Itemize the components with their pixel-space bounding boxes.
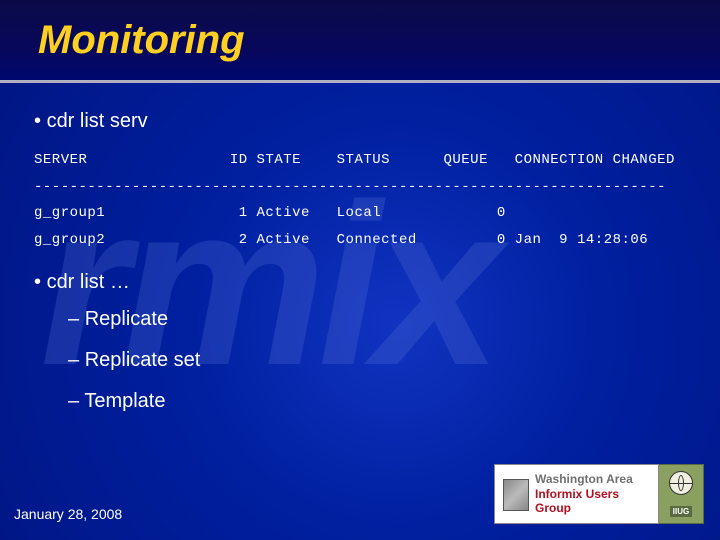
server-table: SERVER ID STATE STATUS QUEUE CONNECTION … (34, 147, 700, 253)
logo-iiug: IIUG (659, 464, 704, 524)
slide-title: Monitoring (38, 18, 245, 63)
sub-item-template: Template (68, 390, 700, 413)
iiug-label: IIUG (670, 506, 692, 517)
table-row: g_group2 2 Active Connected 0 Jan 9 14:2… (34, 232, 648, 248)
sub-item-replicate: Replicate (68, 308, 700, 331)
monument-icon (503, 479, 529, 511)
bullet-cdr-list-more: cdr list … (34, 271, 700, 294)
bullet-cdr-list-serv: cdr list serv (34, 110, 700, 133)
globe-icon (669, 471, 693, 495)
table-divider: ----------------------------------------… (34, 179, 666, 195)
bullet-text: cdr list … (47, 271, 130, 293)
logo-line2: Informix Users Group (535, 487, 658, 516)
logo-waiug: Washington Area Informix Users Group (494, 464, 659, 524)
sub-item-text: Template (84, 390, 165, 412)
table-row: g_group1 1 Active Local 0 (34, 205, 506, 221)
sub-item-replicate-set: Replicate set (68, 349, 700, 372)
logo-line1: Washington Area (535, 472, 658, 486)
logo-text: Washington Area Informix Users Group (535, 472, 658, 515)
footer-date: January 28, 2008 (14, 506, 122, 522)
table-header: SERVER ID STATE STATUS QUEUE CONNECTION … (34, 152, 675, 168)
slide: rmix Monitoring cdr list serv SERVER ID … (0, 0, 720, 540)
sub-item-text: Replicate (85, 308, 168, 330)
content-area: cdr list serv SERVER ID STATE STATUS QUE… (34, 110, 700, 431)
sub-list: Replicate Replicate set Template (68, 308, 700, 413)
header-underline (0, 80, 720, 83)
bullet-text: cdr list serv (47, 110, 148, 132)
footer-logo: Washington Area Informix Users Group IIU… (494, 464, 704, 524)
sub-item-text: Replicate set (85, 349, 201, 371)
